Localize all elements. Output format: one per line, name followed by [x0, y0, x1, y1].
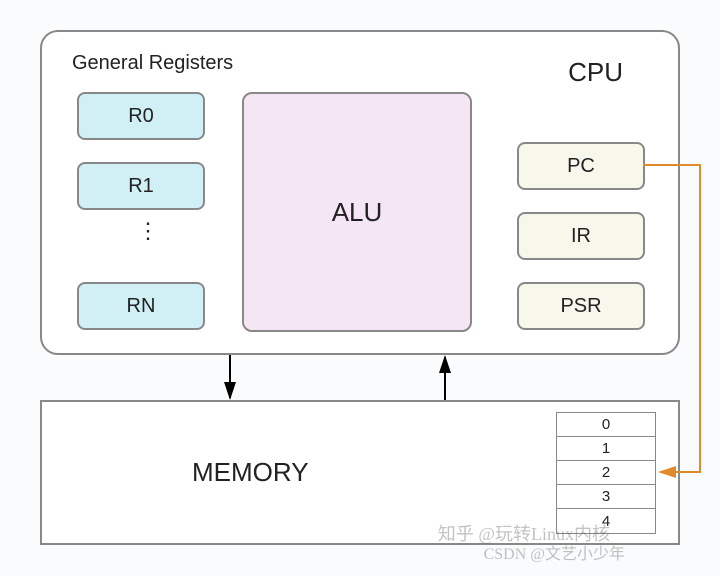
register-rn: RN — [77, 282, 205, 330]
memory-cell-1: 1 — [557, 437, 655, 461]
watermark-csdn: CSDN @文艺小少年 — [484, 540, 625, 564]
general-registers-label: General Registers — [72, 52, 233, 75]
memory-cell-0: 0 — [557, 413, 655, 437]
cpu-container: CPU General Registers R0 R1 ⋮ RN ALU PC … — [40, 30, 680, 355]
register-ir: IR — [517, 212, 645, 260]
memory-cells-table: 0 1 2 3 4 — [556, 412, 656, 534]
alu-block: ALU — [242, 92, 472, 332]
register-r1: R1 — [77, 162, 205, 210]
memory-cell-2: 2 — [557, 461, 655, 485]
register-r0: R0 — [77, 92, 205, 140]
register-pc: PC — [517, 142, 645, 190]
memory-cell-3: 3 — [557, 485, 655, 509]
cpu-title: CPU — [568, 57, 623, 88]
memory-title: MEMORY — [192, 457, 309, 488]
register-psr: PSR — [517, 282, 645, 330]
registers-ellipsis: ⋮ — [137, 227, 161, 235]
